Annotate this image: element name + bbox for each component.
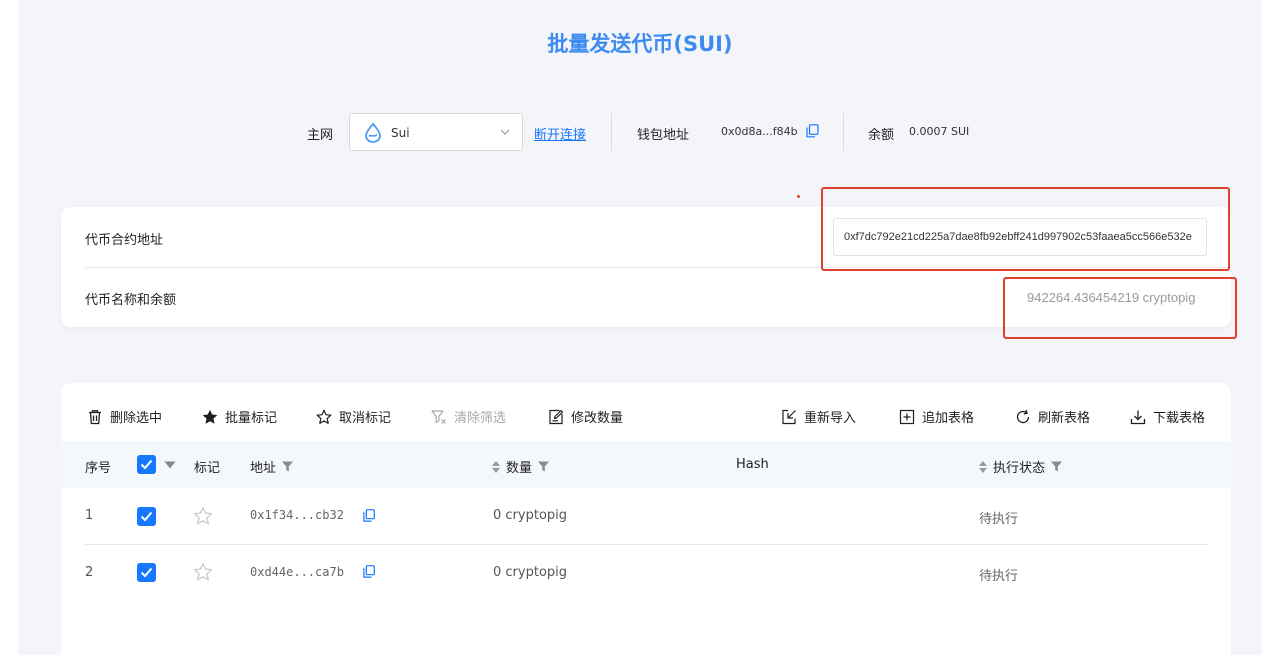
clear-filter-label: 清除筛选 xyxy=(454,411,507,426)
delete-selected-button[interactable]: 删除选中 xyxy=(87,407,162,426)
copy-icon[interactable] xyxy=(806,124,819,138)
reimport-label: 重新导入 xyxy=(804,411,857,426)
star-outline-icon[interactable] xyxy=(193,506,213,526)
highlight-box-balance xyxy=(1003,277,1237,339)
filter-icon[interactable] xyxy=(282,461,294,472)
refresh-table-label: 刷新表格 xyxy=(1038,411,1091,426)
download-table-button[interactable]: 下载表格 xyxy=(1130,407,1205,426)
append-table-button[interactable]: 追加表格 xyxy=(899,407,974,426)
row-index: 1 xyxy=(85,508,94,523)
header-address-label: 地址 xyxy=(250,461,277,476)
import-icon xyxy=(782,409,796,424)
network-bar: 主网 Sui 断开连接 钱包地址 0x0d8a...f84b 余额 0.0007… xyxy=(0,112,1280,152)
header-index: 序号 xyxy=(85,461,112,476)
cancel-mark-button[interactable]: 取消标记 xyxy=(316,407,391,426)
header-amount: 数量 xyxy=(492,457,550,476)
clear-filter-button[interactable]: 清除筛选 xyxy=(431,407,506,426)
annotation-dot xyxy=(797,195,800,198)
balance-label: 余额 xyxy=(868,128,895,143)
disconnect-link[interactable]: 断开连接 xyxy=(534,124,586,143)
check-icon xyxy=(140,459,153,470)
check-icon xyxy=(140,567,153,578)
header-status-label: 执行状态 xyxy=(993,461,1046,476)
star-filled-icon xyxy=(202,409,218,424)
network-select[interactable]: Sui xyxy=(349,113,523,151)
delete-selected-label: 删除选中 xyxy=(110,411,163,426)
row-status: 待执行 xyxy=(979,512,1019,527)
network-selected-value: Sui xyxy=(391,126,410,140)
sort-icon[interactable] xyxy=(492,460,500,473)
header-hash: Hash xyxy=(736,457,769,472)
row-index: 2 xyxy=(85,565,94,580)
batch-mark-label: 批量标记 xyxy=(225,411,278,426)
row-amount: 0 cryptopig xyxy=(493,565,568,580)
table-header: 序号 标记 地址 数量 Hash 执行状态 xyxy=(61,441,1231,488)
reimport-button[interactable]: 重新导入 xyxy=(781,407,856,426)
star-outline-icon xyxy=(316,409,332,424)
download-icon xyxy=(1130,410,1146,424)
filter-icon[interactable] xyxy=(1051,461,1063,472)
sui-logo-icon xyxy=(365,122,381,143)
star-outline-icon[interactable] xyxy=(193,562,213,582)
table-toolbar: 删除选中 批量标记 取消标记 清除筛选 修改数量 重新导入 追加表格 刷新表格 xyxy=(61,383,1231,441)
row-address: 0x1f34...cb32 xyxy=(250,508,344,522)
copy-icon[interactable] xyxy=(363,509,375,522)
filter-icon[interactable] xyxy=(538,461,550,472)
download-table-label: 下载表格 xyxy=(1153,411,1206,426)
header-status: 执行状态 xyxy=(979,457,1063,476)
row-address: 0xd44e...ca7b xyxy=(250,565,344,579)
divider xyxy=(611,113,612,151)
token-name-balance-label: 代币名称和余额 xyxy=(85,293,177,308)
filter-clear-icon xyxy=(431,409,446,424)
edit-icon xyxy=(549,409,564,424)
wallet-label: 钱包地址 xyxy=(637,128,690,143)
header-address: 地址 xyxy=(250,457,294,476)
table-row: 1 0x1f34...cb32 0 cryptopig 待执行 xyxy=(61,488,1231,544)
refresh-table-button[interactable]: 刷新表格 xyxy=(1015,407,1090,426)
page-title: 批量发送代币(SUI) xyxy=(547,32,733,56)
trash-icon xyxy=(89,409,101,424)
refresh-icon xyxy=(1016,409,1030,423)
plus-square-icon xyxy=(899,409,915,424)
batch-mark-button[interactable]: 批量标记 xyxy=(202,407,277,426)
check-icon xyxy=(140,511,153,522)
highlight-box-contract xyxy=(821,187,1230,271)
append-table-label: 追加表格 xyxy=(922,411,975,426)
chevron-down-icon xyxy=(500,129,510,135)
contract-address-label: 代币合约地址 xyxy=(85,233,164,248)
header-amount-label: 数量 xyxy=(506,461,533,476)
caret-down-icon[interactable] xyxy=(164,461,176,469)
wallet-address: 0x0d8a...f84b xyxy=(721,125,798,138)
row-status: 待执行 xyxy=(979,569,1019,584)
select-all-checkbox[interactable] xyxy=(137,455,156,474)
divider xyxy=(843,113,844,151)
row-checkbox[interactable] xyxy=(137,507,156,526)
row-amount: 0 cryptopig xyxy=(493,508,568,523)
sort-icon[interactable] xyxy=(979,460,987,473)
cancel-mark-label: 取消标记 xyxy=(339,411,392,426)
table-card: 删除选中 批量标记 取消标记 清除筛选 修改数量 重新导入 追加表格 刷新表格 xyxy=(61,383,1231,655)
balance-value: 0.0007 SUI xyxy=(909,125,970,138)
edit-amount-button[interactable]: 修改数量 xyxy=(548,407,623,426)
edit-amount-label: 修改数量 xyxy=(571,411,624,426)
copy-icon[interactable] xyxy=(363,565,375,578)
table-row: 2 0xd44e...ca7b 0 cryptopig 待执行 xyxy=(61,545,1231,601)
row-checkbox[interactable] xyxy=(137,563,156,582)
network-label: 主网 xyxy=(307,128,334,143)
header-mark: 标记 xyxy=(194,461,221,476)
